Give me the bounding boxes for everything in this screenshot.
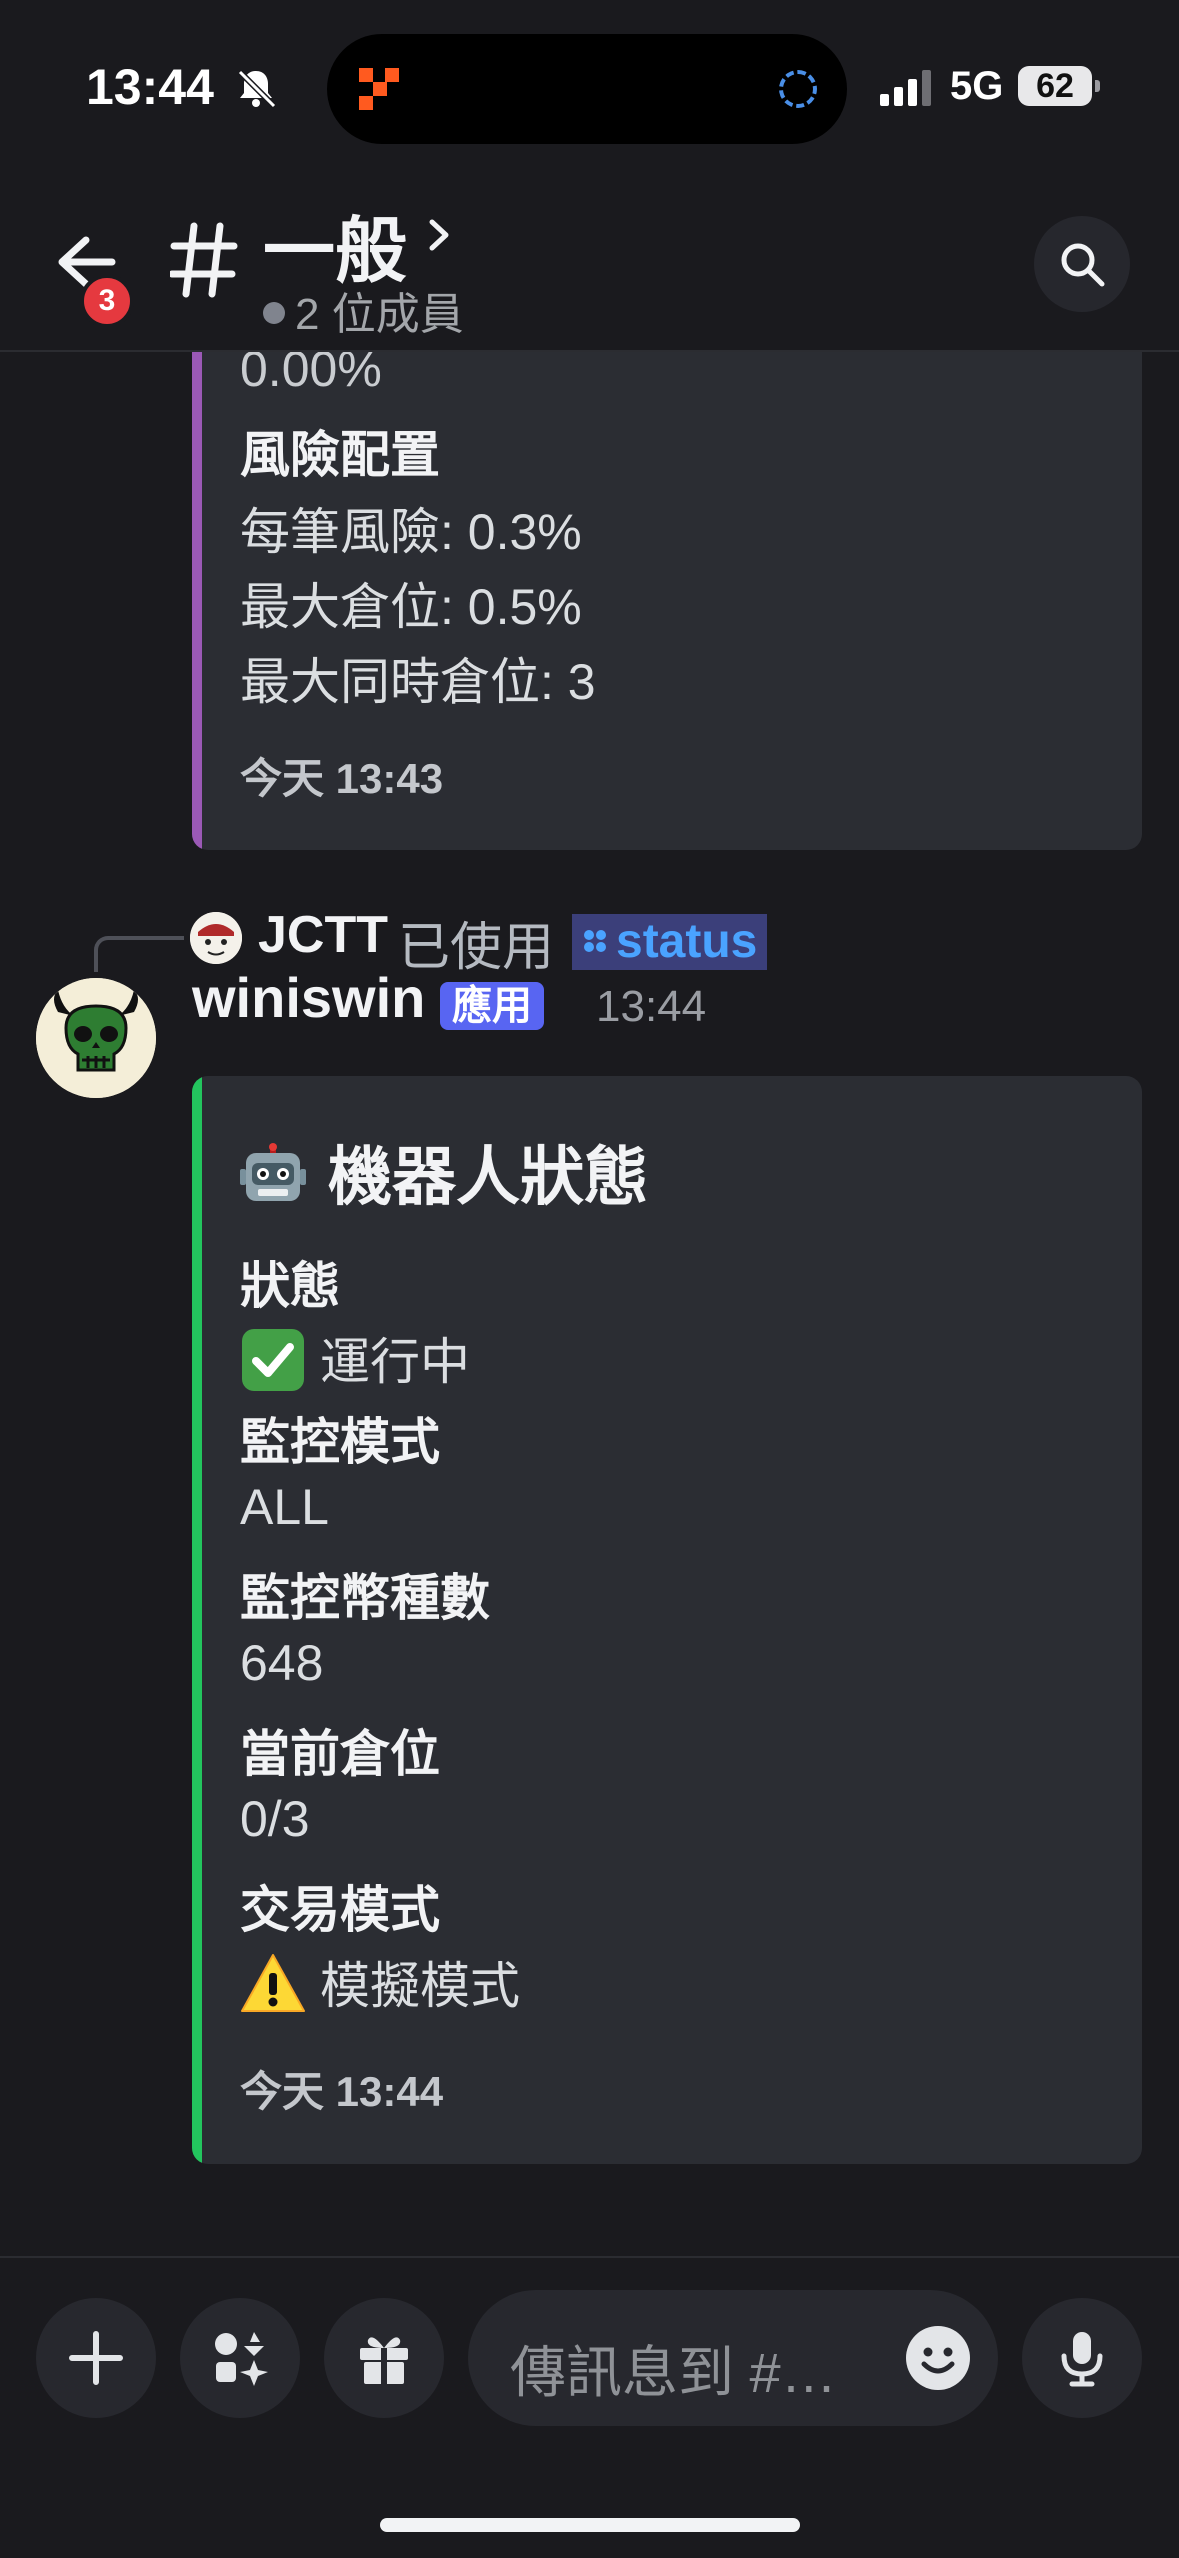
field-name-coin-count: 監控幣種數 [240, 1570, 490, 1626]
command-name: status [616, 915, 758, 968]
clock: 13:44 [86, 59, 214, 115]
reply-username[interactable]: JCTT [258, 905, 388, 965]
previous-embed: 0.00% 風險配置 每筆風險: 0.3% 最大倉位: 0.5% 最大同時倉位:… [192, 350, 1142, 850]
gift-icon [360, 2337, 408, 2384]
embed-value: 0.00% [240, 350, 382, 397]
microphone-icon [1061, 2332, 1103, 2387]
field-name-status: 狀態 [240, 1258, 340, 1314]
reply-connector [94, 936, 184, 972]
app-tag: 應用 [440, 982, 544, 1030]
dynamic-island [327, 34, 847, 144]
slash-command-tag[interactable]: status [572, 914, 768, 970]
apps-icon [215, 2332, 268, 2386]
user-avatar-icon [190, 912, 242, 964]
embed-footer: 今天 13:44 [240, 2068, 444, 2115]
status-bar: 13:44 5G 62 [0, 0, 1179, 170]
field-value-coin-count: 648 [240, 1635, 324, 1691]
plus-button[interactable] [36, 2298, 156, 2418]
battery-indicator: 62 [1018, 66, 1100, 106]
signal-icon [880, 70, 931, 106]
message-composer: 傳訊息到 #… [0, 2256, 1179, 2558]
embed-title-text: 機器人狀態 [328, 1141, 648, 1213]
embed-accent-bar [192, 350, 202, 850]
app-activity-icon [359, 68, 399, 110]
field-name-positions: 當前倉位 [240, 1726, 440, 1782]
message-list[interactable]: 0.00% 風險配置 每筆風險: 0.3% 最大倉位: 0.5% 最大同時倉位:… [0, 350, 1179, 2250]
field-value-positions: 0/3 [240, 1791, 310, 1847]
gift-button[interactable] [324, 2298, 444, 2418]
embed-accent-bar [192, 1076, 202, 2164]
plus-icon [69, 2331, 123, 2385]
voice-button[interactable] [1022, 2298, 1142, 2418]
activity-ring-icon [779, 70, 817, 108]
field-name-monitor-mode: 監控模式 [240, 1414, 440, 1470]
network-type: 5G [950, 64, 1004, 108]
embed-field-name: 風險配置 [240, 427, 440, 483]
emoji-icon[interactable] [904, 2324, 972, 2392]
message-placeholder: 傳訊息到 #… [510, 2341, 837, 2404]
embed-line: 每筆風險: 0.3% [240, 504, 582, 560]
command-icon [584, 930, 606, 953]
bell-slash-icon [237, 69, 277, 109]
skull-avatar-icon [36, 978, 156, 1098]
reply-avatar[interactable] [190, 912, 242, 964]
embed-footer: 今天 13:43 [240, 755, 444, 802]
search-button[interactable] [1034, 216, 1130, 312]
chevron-right-icon[interactable] [424, 210, 454, 260]
search-icon [1061, 243, 1105, 287]
warning-icon [241, 1953, 305, 2012]
status-value-text: 運行中 [320, 1334, 470, 1390]
unread-badge: 3 [80, 274, 134, 328]
message-input[interactable]: 傳訊息到 #… [468, 2290, 998, 2426]
field-value-monitor-mode: ALL [240, 1479, 329, 1535]
trade-mode-text: 模擬模式 [320, 1958, 520, 2014]
robot-icon [240, 1143, 306, 1202]
home-indicator[interactable] [380, 2518, 800, 2532]
embed-line: 最大同時倉位: 3 [240, 654, 596, 710]
member-count[interactable]: 2 位成員 [263, 278, 464, 342]
embed-title: 機器人狀態 [240, 1126, 648, 1218]
field-value-status: 運行中 [240, 1322, 470, 1399]
channel-header: 3 一般 2 位成員 [0, 170, 1179, 352]
embed-line: 最大倉位: 0.5% [240, 579, 582, 635]
hash-icon [170, 222, 238, 298]
author-name[interactable]: winiswin [192, 965, 425, 1030]
message-timestamp: 13:44 [596, 982, 707, 1031]
status-embed: 機器人狀態 狀態 運行中 監控模式 ALL 監控幣種數 648 當前倉位 0/3… [192, 1076, 1142, 2164]
member-count-text: 2 位成員 [295, 290, 464, 339]
author-avatar[interactable] [36, 978, 156, 1098]
check-box-icon [242, 1328, 304, 1391]
field-name-trade-mode: 交易模式 [240, 1882, 440, 1938]
status-dot [263, 302, 285, 325]
field-value-trade-mode: 模擬模式 [240, 1946, 520, 2023]
apps-button[interactable] [180, 2298, 300, 2418]
